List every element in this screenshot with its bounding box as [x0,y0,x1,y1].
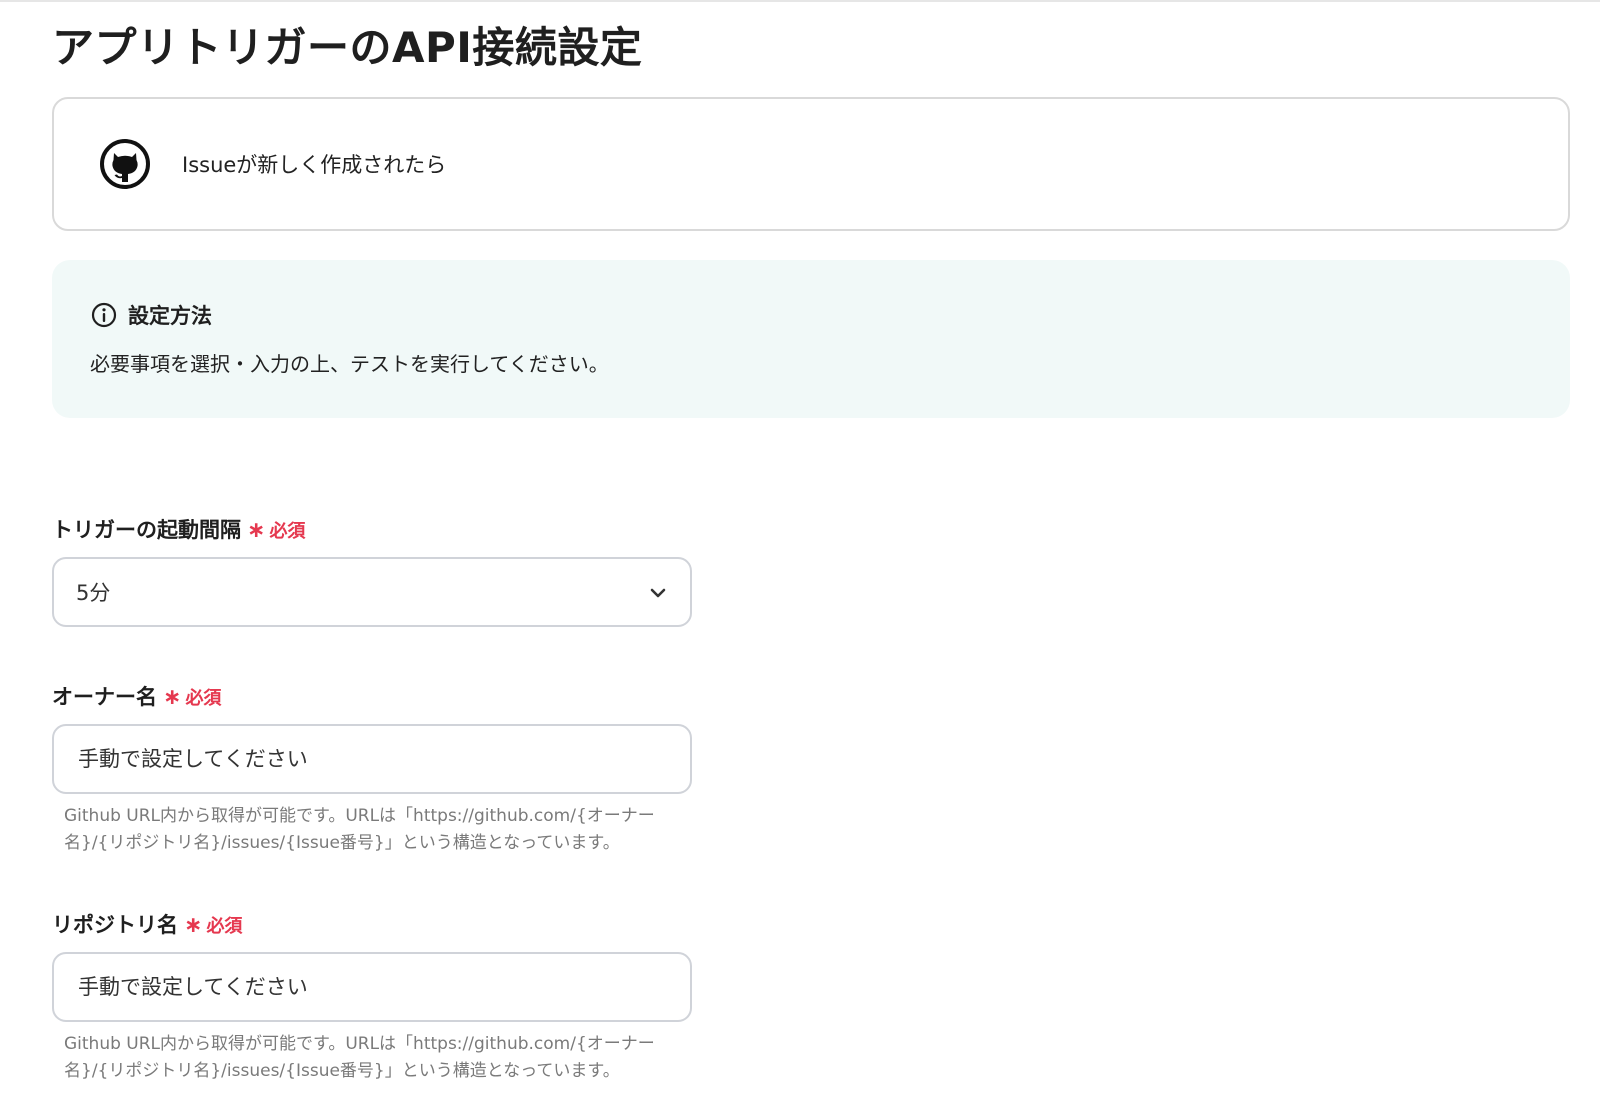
info-circle-icon [90,301,118,329]
required-text: 必須 [269,521,306,542]
info-box: 設定方法 必要事項を選択・入力の上、テストを実行してください。 [52,260,1570,418]
repository-field: リポジトリ名 ∗ 必須 Github URL内から取得が可能です。URLは「ht… [52,909,692,1081]
required-text: 必須 [206,916,243,937]
interval-select[interactable]: 5分 [52,557,692,627]
owner-hint: Github URL内から取得が可能です。URLは「https://github… [64,806,655,853]
page-title: アプリトリガーのAPI接続設定 [52,23,643,72]
info-title: 設定方法 [128,304,212,328]
repository-input-box[interactable] [52,952,692,1022]
repository-hint: Github URL内から取得が可能です。URLは「https://github… [64,1034,655,1081]
info-description: 必要事項を選択・入力の上、テストを実行してください。 [90,352,609,376]
interval-label-row: トリガーの起動間隔 ∗ 必須 [52,514,692,544]
interval-label: トリガーの起動間隔 [52,518,241,542]
owner-input-box[interactable] [52,724,692,794]
repository-input[interactable] [76,974,660,1000]
owner-label-row: オーナー名 ∗ 必須 [52,681,692,711]
required-mark: ∗ [163,685,182,710]
github-icon [98,137,152,191]
interval-field: トリガーの起動間隔 ∗ 必須 5分 [52,514,692,627]
top-divider [0,0,1600,2]
trigger-card[interactable]: Issueが新しく作成されたら [52,97,1570,231]
required-mark: ∗ [184,913,203,938]
required-mark: ∗ [247,518,266,543]
repository-label-row: リポジトリ名 ∗ 必須 [52,909,692,939]
required-text: 必須 [185,688,222,709]
owner-input[interactable] [76,746,660,772]
chevron-down-icon[interactable] [648,583,668,603]
repository-label: リポジトリ名 [52,913,178,937]
owner-field: オーナー名 ∗ 必須 Github URL内から取得が可能です。URLは「htt… [52,681,692,853]
owner-label: オーナー名 [52,685,157,709]
trigger-label: Issueが新しく作成されたら [182,153,447,177]
interval-selected-value: 5分 [76,581,111,605]
